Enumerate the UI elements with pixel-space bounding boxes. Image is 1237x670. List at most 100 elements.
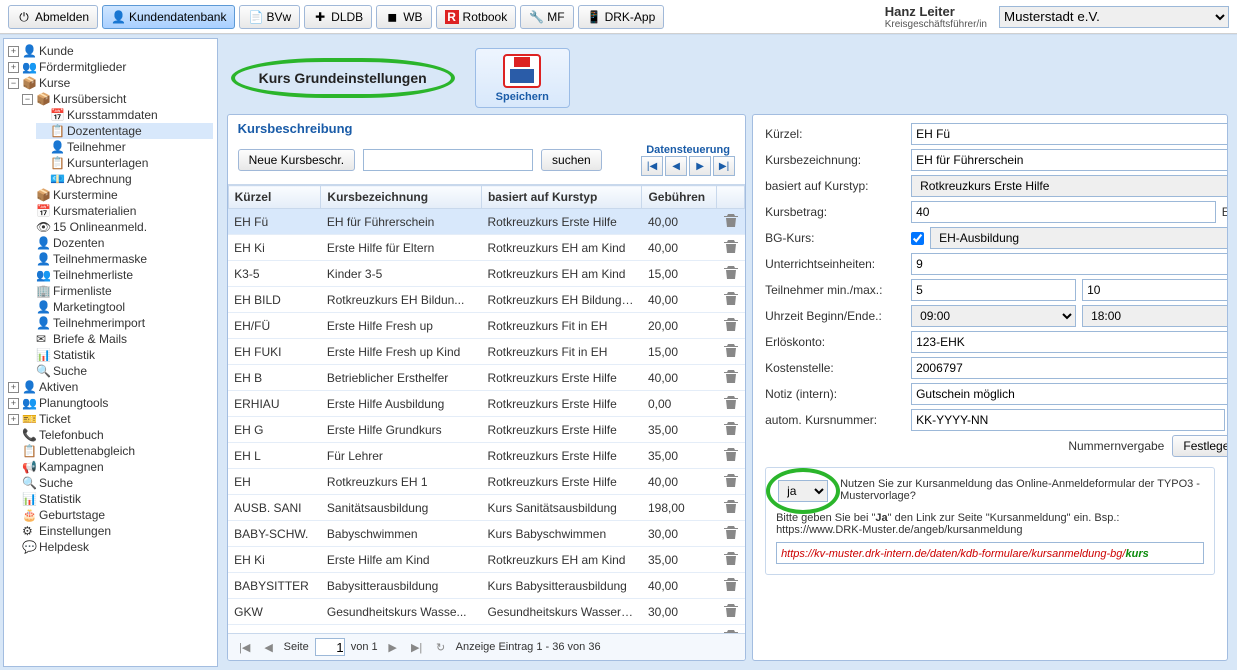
tree-suche2[interactable]: 🔍Suche <box>8 475 213 491</box>
field-kost[interactable] <box>911 357 1228 379</box>
tree-ticket[interactable]: +🎫Ticket <box>8 411 213 427</box>
table-row[interactable]: EH FUKIErste Hilfe Fresh up KindRotkreuz… <box>228 339 744 365</box>
trash-icon[interactable] <box>723 212 739 228</box>
trash-icon[interactable] <box>723 368 739 384</box>
field-bg-select[interactable]: EH-Ausbildung <box>930 227 1228 249</box>
tree-firmenliste[interactable]: 🏢Firmenliste <box>22 283 213 299</box>
nav-prev-button[interactable]: ◀ <box>665 156 687 176</box>
trash-icon[interactable] <box>723 446 739 462</box>
tree-aktiven[interactable]: +👤Aktiven <box>8 379 213 395</box>
pager-last[interactable]: ▶| <box>408 638 426 656</box>
tree-statistik2[interactable]: 📊Statistik <box>8 491 213 507</box>
field-bg-check[interactable] <box>911 232 924 245</box>
nav-wb[interactable]: ◼WB <box>376 5 431 29</box>
nav-last-button[interactable]: ▶| <box>713 156 735 176</box>
table-row[interactable]: ERHIAUErste Hilfe AusbildungRotkreuzkurs… <box>228 391 744 417</box>
tree-unterlagen[interactable]: 📋Kursunterlagen <box>36 155 213 171</box>
org-select[interactable]: Musterstadt e.V. <box>999 6 1229 28</box>
typo3-select[interactable]: ja <box>778 480 828 502</box>
pager-prev[interactable]: ◀ <box>260 638 278 656</box>
tree-termine[interactable]: 📦Kurstermine <box>22 187 213 203</box>
table-row[interactable]: EH BILDRotkreuzkurs EH Bildun...Rotkreuz… <box>228 287 744 313</box>
nav-dldb[interactable]: ✚DLDB <box>304 5 372 29</box>
tree-teilliste[interactable]: 👥Teilnehmerliste <box>22 267 213 283</box>
tree-teilimport[interactable]: 👤Teilnehmerimport <box>22 315 213 331</box>
table-row[interactable]: AUSB. SANISanitätsausbildungKurs Sanität… <box>228 495 744 521</box>
tree-einstellungen[interactable]: ⚙Einstellungen <box>8 523 213 539</box>
field-tn-max[interactable] <box>1082 279 1228 301</box>
field-typ[interactable]: Rotkreuzkurs Erste Hilfe <box>911 175 1228 197</box>
table-row[interactable]: EH BBetrieblicher ErsthelferRotkreuzkurs… <box>228 365 744 391</box>
field-ue[interactable] <box>911 253 1228 275</box>
table-row[interactable]: EH KiErste Hilfe am KindRotkreuzkurs EH … <box>228 547 744 573</box>
tree-suche[interactable]: 🔍Suche <box>22 363 213 379</box>
tree-briefe[interactable]: ✉Briefe & Mails <box>22 331 213 347</box>
tree-kurse[interactable]: −📦Kurse <box>8 75 213 91</box>
table-row[interactable]: K3-5Kinder 3-5Rotkreuzkurs EH am Kind15,… <box>228 261 744 287</box>
trash-icon[interactable] <box>723 238 739 254</box>
save-button[interactable]: Speichern <box>475 48 570 108</box>
logout-button[interactable]: ⏻Abmelden <box>8 5 98 29</box>
tree-helpdesk[interactable]: 💬Helpdesk <box>8 539 213 555</box>
table-row[interactable]: EH KiErste Hilfe für ElternRotkreuzkurs … <box>228 235 744 261</box>
table-row[interactable]: EHRotkreuzkurs EH 1Rotkreuzkurs Erste Hi… <box>228 469 744 495</box>
table-row[interactable]: GKWGesundheitskurs Wasse...Gesundheitsku… <box>228 599 744 625</box>
field-erloes[interactable] <box>911 331 1228 353</box>
field-tn-min[interactable] <box>911 279 1076 301</box>
field-betrag[interactable] <box>911 201 1216 223</box>
table-row[interactable]: EH BSANBetriebssanitäterKurs Betriebssan… <box>228 625 744 634</box>
pager-refresh[interactable]: ↻ <box>432 638 450 656</box>
field-kuerzel[interactable] <box>911 123 1228 145</box>
festlegen-button[interactable]: Festlegen <box>1172 435 1228 457</box>
pager-next[interactable]: ▶ <box>384 638 402 656</box>
col-bezeichnung[interactable]: Kursbezeichnung <box>321 186 482 209</box>
tree-marketing[interactable]: 👤Marketingtool <box>22 299 213 315</box>
tree-teilnehmer[interactable]: 👤Teilnehmer <box>36 139 213 155</box>
col-kuerzel[interactable]: Kürzel <box>228 186 321 209</box>
trash-icon[interactable] <box>723 602 739 618</box>
tree-teilmaske[interactable]: 👤Teilnehmermaske <box>22 251 213 267</box>
nav-mf[interactable]: 🔧MF <box>520 5 573 29</box>
tree-kursuebersicht[interactable]: −📦Kursübersicht <box>22 91 213 107</box>
search-button[interactable]: suchen <box>541 149 602 171</box>
table-row[interactable]: EH/FÜErste Hilfe Fresh upRotkreuzkurs Fi… <box>228 313 744 339</box>
tree-stammdaten[interactable]: 📅Kursstammdaten <box>36 107 213 123</box>
nav-next-button[interactable]: ▶ <box>689 156 711 176</box>
trash-icon[interactable] <box>723 264 739 280</box>
table-row[interactable]: EH FüEH für FührerscheinRotkreuzkurs Ers… <box>228 209 744 235</box>
table-row[interactable]: EH LFür LehrerRotkreuzkurs Erste Hilfe35… <box>228 443 744 469</box>
pager-first[interactable]: |◀ <box>236 638 254 656</box>
tree-dozententage[interactable]: 📋Dozententage <box>36 123 213 139</box>
trash-icon[interactable] <box>723 550 739 566</box>
pager-page-input[interactable] <box>315 638 345 656</box>
table-row[interactable]: BABYSITTERBabysitterausbildungKurs Babys… <box>228 573 744 599</box>
new-kursbeschr-button[interactable]: Neue Kursbeschr. <box>238 149 355 171</box>
trash-icon[interactable] <box>723 316 739 332</box>
field-notiz[interactable] <box>911 383 1228 405</box>
trash-icon[interactable] <box>723 472 739 488</box>
tree-foerder[interactable]: +👥Fördermitglieder <box>8 59 213 75</box>
tree-telefon[interactable]: 📞Telefonbuch <box>8 427 213 443</box>
tree-abrechnung[interactable]: 💶Abrechnung <box>36 171 213 187</box>
tree-dozenten[interactable]: 👤Dozenten <box>22 235 213 251</box>
nav-first-button[interactable]: |◀ <box>641 156 663 176</box>
tree-statistik[interactable]: 📊Statistik <box>22 347 213 363</box>
table-row[interactable]: EH GErste Hilfe GrundkursRotkreuzkurs Er… <box>228 417 744 443</box>
field-bez[interactable] <box>911 149 1228 171</box>
typo3-url-field[interactable]: https://kv-muster.drk-intern.de/daten/kd… <box>776 542 1204 564</box>
trash-icon[interactable] <box>723 290 739 306</box>
nav-kundendatenbank[interactable]: 👤Kundendatenbank <box>102 5 235 29</box>
col-gebuehren[interactable]: Gebühren <box>642 186 717 209</box>
nav-drkapp[interactable]: 📱DRK-App <box>578 5 665 29</box>
trash-icon[interactable] <box>723 420 739 436</box>
search-input[interactable] <box>363 149 533 171</box>
tree-kunde[interactable]: +👤Kunde <box>8 43 213 59</box>
tree-dubletten[interactable]: 📋Dublettenabgleich <box>8 443 213 459</box>
nav-bvw[interactable]: 📄BVw <box>239 5 300 29</box>
col-kurstyp[interactable]: basiert auf Kurstyp <box>481 186 642 209</box>
trash-icon[interactable] <box>723 576 739 592</box>
trash-icon[interactable] <box>723 342 739 358</box>
field-zeit-end[interactable]: 18:00 <box>1082 305 1228 327</box>
trash-icon[interactable] <box>723 524 739 540</box>
tree-materialien[interactable]: 📅Kursmaterialien <box>22 203 213 219</box>
